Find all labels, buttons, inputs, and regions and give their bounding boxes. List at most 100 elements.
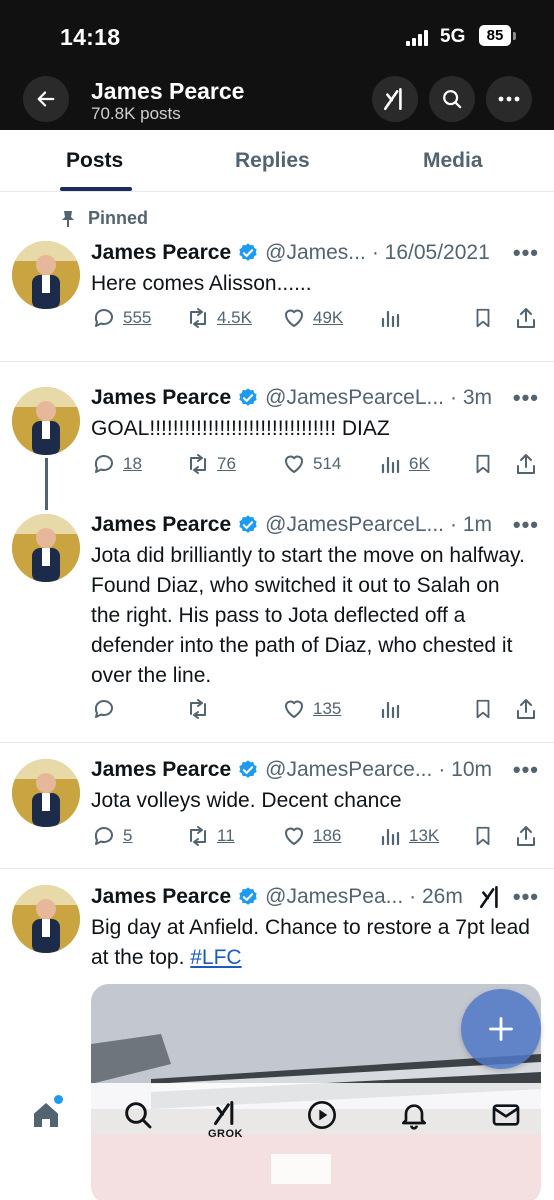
nav-messages[interactable] [490, 1099, 522, 1131]
repost-icon [190, 826, 206, 846]
avatar[interactable] [12, 241, 80, 309]
repost-button[interactable]: 4.5K [185, 306, 252, 330]
reply-button[interactable] [91, 697, 123, 721]
post-more-icon[interactable]: ••• [513, 385, 539, 411]
author-name[interactable]: James Pearce [91, 513, 231, 537]
bookmark-button[interactable] [472, 824, 500, 848]
more-dots-icon [498, 96, 520, 102]
post-text: Here comes Alisson...... [91, 272, 312, 295]
share-button[interactable] [514, 697, 544, 721]
pinned-text: Pinned [88, 208, 149, 228]
avatar[interactable] [12, 387, 80, 455]
post-more-icon[interactable]: ••• [513, 757, 539, 783]
author-handle: @JamesPearceL... [265, 513, 445, 536]
search-button[interactable] [429, 76, 475, 122]
bookmark-button[interactable] [472, 697, 500, 721]
nav-video[interactable] [306, 1099, 338, 1131]
author-name[interactable]: James Pearce [91, 241, 231, 265]
post-text: GOAL!!!!!!!!!!!!!!!!!!!!!!!!!!!!!!!! DIA… [91, 417, 390, 440]
like-count: 514 [313, 454, 342, 473]
share-button[interactable] [514, 452, 544, 476]
author-handle: @JamesPearceL... [265, 386, 445, 409]
views-button[interactable] [379, 697, 409, 721]
battery-nub [513, 32, 516, 40]
post-header: James Pearce @JamesPearce... · 10m [91, 756, 492, 784]
nav-search[interactable] [122, 1099, 154, 1131]
share-icon [517, 699, 535, 719]
play-circle-icon [308, 1101, 336, 1129]
verified-badge-icon [237, 886, 259, 908]
author-handle: @JamesPea... [265, 885, 404, 908]
hashtag-link[interactable]: #LFC [190, 946, 241, 969]
views-button[interactable] [379, 306, 409, 330]
nav-grok[interactable]: GROK [208, 1099, 243, 1140]
pin-icon [62, 210, 74, 227]
grok-button[interactable] [372, 76, 418, 122]
heart-icon [285, 700, 303, 718]
avatar[interactable] [12, 885, 80, 953]
nav-notifications[interactable] [398, 1099, 430, 1131]
share-button[interactable] [514, 824, 544, 848]
share-icon [517, 308, 535, 328]
back-button[interactable] [23, 76, 69, 122]
repost-button[interactable]: 11 [185, 824, 235, 848]
author-handle: @James... [265, 241, 366, 264]
status-bar: 14:18 5G 85 [0, 0, 554, 70]
like-button[interactable]: 186 [281, 824, 341, 848]
bookmark-button[interactable] [472, 306, 500, 330]
profile-header: 14:18 5G 85 James Pearce 70.8K posts [0, 0, 554, 130]
post-time: · 10m [438, 758, 493, 781]
author-name[interactable]: James Pearce [91, 758, 231, 782]
pinned-label: Pinned [60, 208, 148, 229]
thread-line [45, 458, 48, 510]
views-button[interactable]: 6K [379, 452, 430, 476]
share-button[interactable] [514, 306, 544, 330]
arrow-left-icon [37, 91, 55, 107]
bottom-nav: GROK [0, 1083, 554, 1200]
repost-icon [190, 699, 206, 719]
header-nav: James Pearce 70.8K posts [0, 74, 554, 124]
reply-button[interactable]: 5 [91, 824, 132, 848]
compose-button[interactable] [461, 989, 541, 1069]
grok-icon [383, 87, 402, 111]
like-button[interactable]: 49K [281, 306, 343, 330]
verified-badge-icon [237, 387, 259, 409]
tab-replies[interactable]: Replies [235, 149, 310, 173]
post-text-body: Big day at Anfield. Chance to restore a … [91, 916, 530, 969]
bookmark-button[interactable] [472, 452, 500, 476]
repost-button[interactable] [185, 697, 217, 721]
repost-icon [190, 308, 206, 328]
tab-posts[interactable]: Posts [66, 149, 123, 173]
like-button[interactable]: 135 [281, 697, 341, 721]
grok-label: GROK [208, 1128, 243, 1140]
views-count: 13K [409, 826, 440, 845]
heart-icon [285, 309, 303, 327]
analytics-icon [381, 701, 400, 719]
profile-tabs: Posts Replies Media [0, 130, 554, 192]
grok-icon [213, 1100, 233, 1126]
avatar[interactable] [12, 759, 80, 827]
post-more-icon[interactable]: ••• [513, 884, 539, 910]
reply-button[interactable]: 18 [91, 452, 142, 476]
author-name[interactable]: James Pearce [91, 386, 231, 410]
repost-button[interactable]: 76 [185, 452, 236, 476]
verified-badge-icon [237, 759, 259, 781]
post-header: James Pearce @JamesPearceL... · 1m [91, 511, 492, 539]
tab-media[interactable]: Media [423, 149, 483, 173]
reply-button[interactable]: 555 [91, 306, 151, 330]
heart-icon [285, 455, 303, 473]
share-icon [517, 826, 535, 846]
grok-icon[interactable] [478, 884, 504, 915]
author-name[interactable]: James Pearce [91, 885, 231, 909]
avatar[interactable] [12, 514, 80, 582]
post-more-icon[interactable]: ••• [513, 512, 539, 538]
search-icon [443, 90, 462, 109]
divider [0, 868, 554, 869]
bookmark-icon [476, 699, 490, 719]
post-more-icon[interactable]: ••• [513, 240, 539, 266]
divider [0, 742, 554, 743]
like-button[interactable]: 514 [281, 452, 341, 476]
views-button[interactable]: 13K [379, 824, 439, 848]
reply-icon [94, 700, 113, 718]
more-options-button[interactable] [486, 76, 532, 122]
